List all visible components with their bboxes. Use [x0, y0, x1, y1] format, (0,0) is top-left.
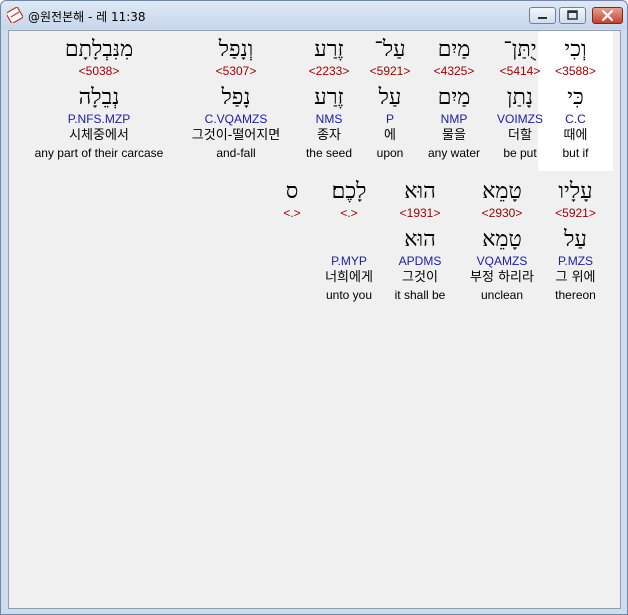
minimize-button[interactable] [529, 7, 556, 24]
strong-number[interactable]: <.> [270, 205, 314, 221]
app-icon[interactable] [5, 6, 24, 24]
app-window: @원전본해 - 레 11:38 וְכִי <3588> כִּי C.C 때에… [0, 0, 628, 615]
hebrew-lemma [270, 227, 314, 253]
parse-code: P.MYP [331, 254, 367, 268]
hebrew-lemma: נְבֵלָה [78, 85, 120, 110]
interlinear-view[interactable]: וְכִי <3588> כִּי C.C 때에 but if יֻתַּן־ … [8, 30, 621, 609]
strong-number[interactable]: <5038> [19, 63, 179, 79]
close-button[interactable] [592, 7, 623, 24]
word-block[interactable]: ס <.> [270, 173, 314, 303]
maximize-icon [567, 10, 578, 20]
word-block[interactable]: מִנִּבְלָתָם <5038> נְבֵלָה P.NFS.MZP 시체… [19, 31, 179, 161]
window-title: @원전본해 - 레 11:38 [28, 10, 146, 24]
korean-gloss: 너희에게 [325, 270, 373, 285]
parse-code: C.VQAMZS [204, 112, 268, 126]
english-gloss: and-fall [216, 146, 256, 160]
parse-code: P.NFS.MZP [67, 112, 131, 126]
hebrew-word: וְנָפַל [218, 37, 254, 62]
hebrew-word: ס [285, 179, 299, 204]
korean-gloss [270, 269, 314, 287]
english-gloss: any part of their carcase [34, 146, 164, 160]
korean-gloss: 시체중에서 [69, 128, 129, 143]
minimize-icon [538, 17, 547, 19]
word-block[interactable]: וְנָפַל <5307> נָפַל C.VQAMZS 그것이-떨어지면 a… [172, 31, 300, 161]
english-gloss [270, 287, 314, 303]
korean-gloss: 그것이-떨어지면 [191, 128, 281, 143]
hebrew-lemma [299, 227, 399, 253]
hebrew-word: מִנִּבְלָתָם [64, 37, 134, 62]
english-gloss: unto you [325, 288, 373, 302]
hebrew-lemma: נָפַל [221, 85, 251, 110]
hebrew-word: לָכֶם׃ [331, 179, 367, 204]
close-icon [601, 9, 614, 22]
strong-number[interactable]: <5307> [172, 63, 300, 79]
parse-code [270, 253, 314, 269]
strong-number[interactable]: <.> [299, 205, 399, 221]
word-block[interactable]: לָכֶם׃ <.> P.MYP 너희에게 unto you [299, 173, 399, 303]
maximize-button[interactable] [559, 7, 586, 24]
title-bar[interactable]: @원전본해 - 레 11:38 [1, 1, 627, 29]
